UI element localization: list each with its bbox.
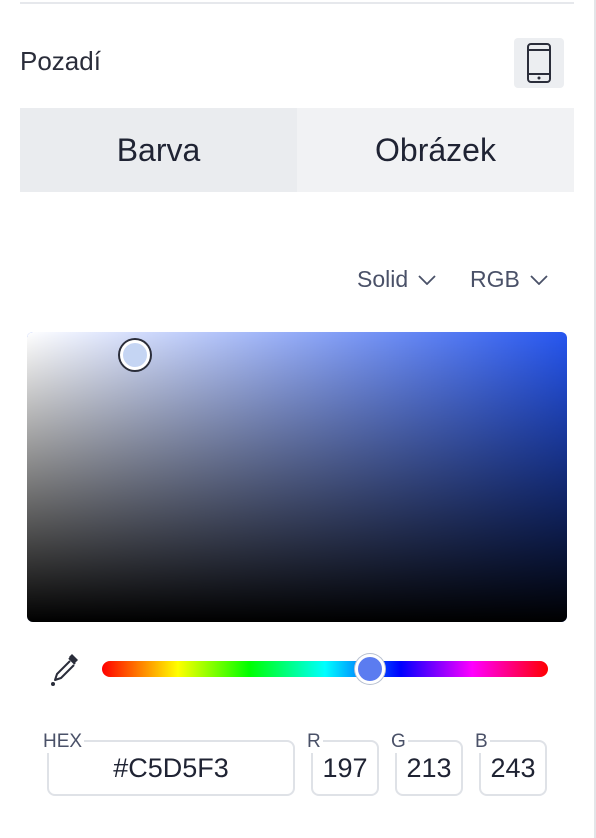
tab-image[interactable]: Obrázek xyxy=(297,108,574,192)
hex-input[interactable]: #C5D5F3 xyxy=(47,740,295,796)
top-divider xyxy=(20,2,574,4)
mobile-phone-icon xyxy=(527,43,551,83)
color-format-dropdown[interactable]: RGB xyxy=(470,266,548,293)
sv-black-layer xyxy=(27,332,567,622)
hue-slider-thumb[interactable] xyxy=(354,654,385,684)
chevron-down-icon xyxy=(530,274,548,285)
green-label: G xyxy=(389,731,408,753)
device-preview-button[interactable] xyxy=(514,38,564,88)
eyedropper-icon xyxy=(51,654,78,686)
tab-color[interactable]: Barva xyxy=(20,108,297,192)
hue-slider-track[interactable] xyxy=(102,661,548,677)
red-label: R xyxy=(305,731,323,753)
chevron-down-icon xyxy=(418,274,436,285)
hex-label: HEX xyxy=(41,731,85,753)
blue-label: B xyxy=(473,731,490,753)
eyedropper-button[interactable] xyxy=(48,650,84,695)
sv-cursor-handle[interactable] xyxy=(120,340,150,371)
background-type-tabs: Barva Obrázek xyxy=(20,108,574,192)
section-title: Pozadí xyxy=(20,46,101,76)
fill-mode-dropdown[interactable]: Solid xyxy=(357,266,436,293)
saturation-value-area[interactable] xyxy=(27,332,567,622)
fill-mode-value: Solid xyxy=(357,266,409,292)
color-format-value: RGB xyxy=(470,266,520,292)
